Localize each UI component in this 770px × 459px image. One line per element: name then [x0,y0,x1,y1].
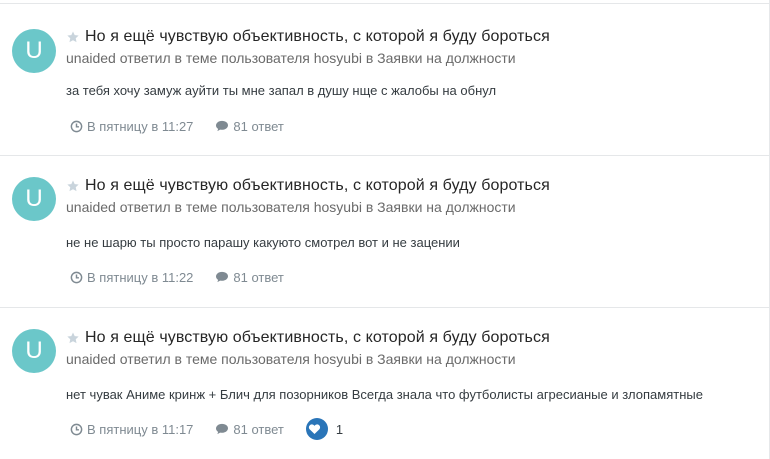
heart-icon [305,418,328,440]
reply-count-label: 81 ответ [233,118,284,134]
post-excerpt: не не шарю ты просто парашу какуюто смот… [66,235,460,250]
clock-icon [70,423,83,435]
post-meta: В пятницу в 11:22 81 ответ [70,268,306,286]
reply-count-label: 81 ответ [233,421,284,437]
post-meta: В пятницу в 11:27 81 ответ [70,117,306,135]
activity-feed: U Но я ещё чувствую объективность, с кот… [0,0,770,459]
activity-subline: unaided ответил в теме пользователя hosy… [66,199,516,215]
reaction-summary[interactable]: 1 [305,418,344,440]
post-time-label: В пятницу в 11:17 [87,421,194,437]
title-row: Но я ещё чувствую объективность, с котор… [66,327,550,349]
title-row: Но я ещё чувствую объективность, с котор… [66,26,550,48]
reply-count[interactable]: 81 ответ [215,421,284,437]
reply-count[interactable]: 81 ответ [215,269,284,285]
reaction-count: 1 [335,421,344,437]
activity-item: U Но я ещё чувствую объективность, с кот… [0,307,770,459]
post-time[interactable]: В пятницу в 11:17 [70,422,193,437]
avatar[interactable]: U [12,177,56,221]
topic-title-link[interactable]: Но я ещё чувствую объективность, с котор… [85,28,550,46]
clock-icon [70,271,83,283]
comment-icon [216,271,229,283]
post-time[interactable]: В пятницу в 11:27 [70,119,193,134]
star-icon[interactable] [66,30,80,44]
activity-item: U Но я ещё чувствую объективность, с кот… [0,155,770,307]
post-time-label: В пятницу в 11:27 [87,118,194,134]
comment-icon [216,423,229,435]
activity-subline: unaided ответил в теме пользователя hosy… [66,351,516,367]
title-row: Но я ещё чувствую объективность, с котор… [66,175,550,197]
post-time[interactable]: В пятницу в 11:22 [70,270,193,285]
star-icon[interactable] [66,331,80,345]
post-excerpt: нет чувак Аниме кринж + Блич для позорни… [66,387,703,402]
avatar[interactable]: U [12,329,56,373]
topic-title-link[interactable]: Но я ещё чувствую объективность, с котор… [85,329,550,347]
clock-icon [70,120,83,132]
post-time-label: В пятницу в 11:22 [87,269,194,285]
post-excerpt: за тебя хочу замуж ayйти ты мне запал в … [66,83,497,98]
comment-icon [216,120,229,132]
activity-item: U Но я ещё чувствую объективность, с кот… [0,3,770,155]
avatar[interactable]: U [12,29,56,73]
reply-count-label: 81 ответ [233,269,284,285]
topic-title-link[interactable]: Но я ещё чувствую объективность, с котор… [85,177,550,195]
activity-subline: unaided ответил в теме пользователя hosy… [66,50,516,66]
reply-count[interactable]: 81 ответ [215,118,284,134]
star-icon[interactable] [66,179,80,193]
post-meta: В пятницу в 11:17 81 ответ 1 [70,418,344,440]
